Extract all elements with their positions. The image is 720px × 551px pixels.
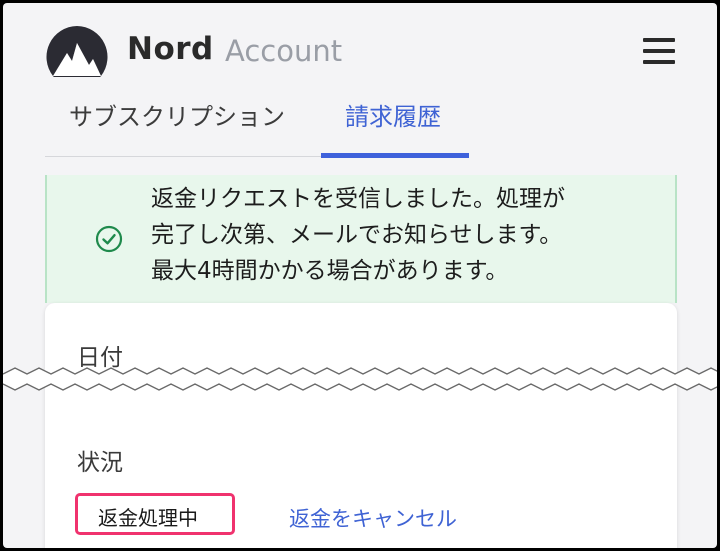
alert-message: 返金リクエストを受信しました。処理が 完了し次第、メールでお知らせします。 最大… bbox=[151, 181, 565, 289]
active-tab-indicator bbox=[321, 153, 469, 158]
brand-subtitle: Account bbox=[225, 34, 343, 68]
torn-edge-divider bbox=[3, 367, 717, 391]
alert-line: 返金リクエストを受信しました。処理が bbox=[151, 186, 565, 212]
billing-record-card: 日付 状況 返金処理中 返金をキャンセル bbox=[45, 303, 677, 548]
status-badge: 返金処理中 bbox=[75, 493, 235, 535]
app-window: Nord Account サブスクリプション 請求履歴 返金リクエストを受信しま… bbox=[3, 3, 717, 548]
tab-subscription[interactable]: サブスクリプション bbox=[69, 97, 285, 132]
refund-success-alert: 返金リクエストを受信しました。処理が 完了し次第、メールでお知らせします。 最大… bbox=[45, 175, 677, 303]
alert-line: 最大4時間かかる場合があります。 bbox=[151, 258, 509, 284]
tab-billing-history[interactable]: 請求履歴 bbox=[345, 97, 441, 132]
status-label: 状況 bbox=[77, 450, 123, 476]
hamburger-menu-icon[interactable] bbox=[641, 36, 677, 66]
alert-line: 完了し次第、メールでお知らせします。 bbox=[151, 222, 563, 248]
status-badge-text: 返金処理中 bbox=[98, 506, 198, 530]
cancel-refund-link[interactable]: 返金をキャンセル bbox=[289, 503, 457, 533]
brand-name: Nord bbox=[127, 31, 214, 67]
nord-logo-icon[interactable] bbox=[45, 25, 109, 77]
check-circle-icon bbox=[95, 225, 123, 253]
